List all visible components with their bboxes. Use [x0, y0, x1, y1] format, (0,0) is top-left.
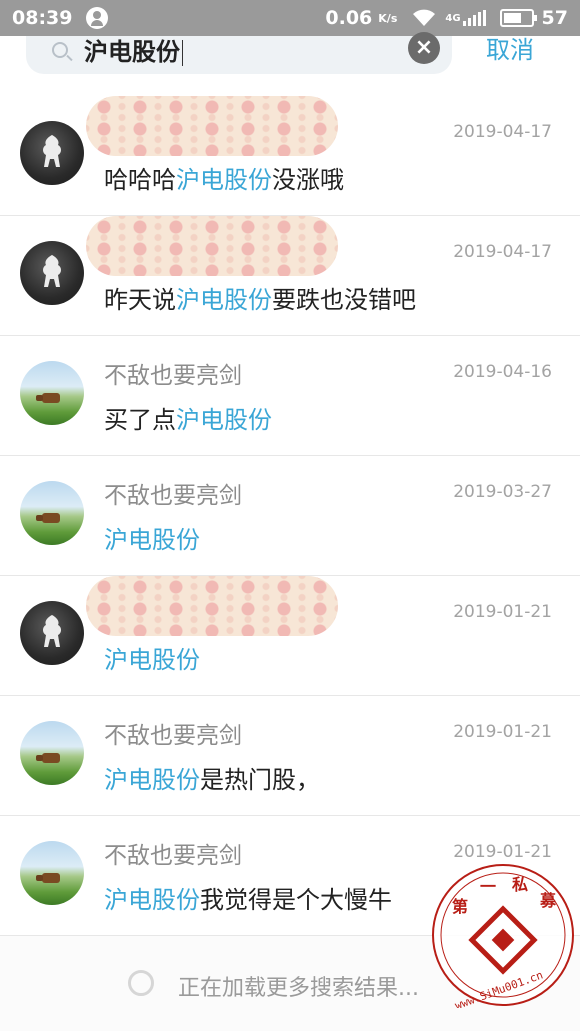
post-date: 2019-01-21 — [453, 842, 552, 862]
name-redacted — [86, 216, 338, 276]
avatar[interactable] — [20, 241, 84, 305]
close-icon[interactable]: × — [408, 32, 440, 64]
user-name[interactable]: 不敌也要亮剑 — [104, 836, 242, 870]
battery-icon — [499, 9, 537, 27]
search-query[interactable]: 沪电股份 — [84, 32, 183, 67]
post-message: 昨天说沪电股份要跌也没错吧 — [104, 286, 416, 314]
result-item[interactable]: 2019-04-17 昨天说沪电股份要跌也没错吧 — [0, 216, 580, 336]
highlight-keyword: 沪电股份 — [176, 406, 272, 434]
search-input[interactable]: 沪电股份 × — [26, 32, 452, 74]
cancel-button[interactable]: 取消 — [486, 30, 534, 65]
clock: 08:39 — [12, 7, 73, 29]
result-item[interactable]: 2019-01-21 沪电股份 — [0, 576, 580, 696]
result-item[interactable]: 不敌也要亮剑 2019-01-21 沪电股份是热门股， — [0, 696, 580, 816]
highlight-keyword: 沪电股份 — [104, 766, 200, 794]
post-message: 哈哈哈沪电股份没涨哦 — [104, 166, 344, 194]
post-message: 沪电股份 — [104, 640, 200, 675]
avatar[interactable] — [20, 481, 84, 545]
horse-icon — [43, 135, 61, 167]
highlight-keyword: 沪电股份 — [104, 646, 200, 674]
network-speed: 0.06 — [325, 7, 373, 29]
avatar[interactable] — [20, 721, 84, 785]
search-icon — [52, 42, 68, 58]
post-message: 沪电股份 — [104, 520, 200, 555]
result-item[interactable]: 不敌也要亮剑 2019-04-16 买了点沪电股份 — [0, 336, 580, 456]
spinner-icon — [128, 970, 154, 996]
loading-footer: 正在加载更多搜索结果... — [0, 936, 580, 1031]
search-results: 2019-04-17 哈哈哈沪电股份没涨哦 2019-04-17 昨天说沪电股份… — [0, 96, 580, 936]
search-header: 沪电股份 × 取消 — [0, 32, 580, 80]
highlight-keyword: 沪电股份 — [176, 286, 272, 314]
post-message: 沪电股份是热门股， — [104, 766, 320, 794]
user-name[interactable]: 不敌也要亮剑 — [104, 356, 242, 390]
post-date: 2019-01-21 — [453, 722, 552, 742]
avatar[interactable] — [20, 841, 84, 905]
post-date: 2019-01-21 — [453, 602, 552, 622]
battery-level: 57 — [541, 7, 568, 29]
text-caret — [182, 40, 183, 66]
user-name[interactable]: 不敌也要亮剑 — [104, 476, 242, 510]
loading-text: 正在加载更多搜索结果... — [178, 976, 419, 1001]
post-date: 2019-04-16 — [453, 362, 552, 382]
horse-icon — [43, 255, 61, 287]
name-redacted — [86, 576, 338, 636]
horse-icon — [43, 615, 61, 647]
wifi-icon — [413, 9, 436, 26]
avatar[interactable] — [20, 121, 84, 185]
avatar[interactable] — [20, 601, 84, 665]
post-message: 买了点沪电股份 — [104, 406, 272, 434]
post-message: 沪电股份我觉得是个大慢牛 — [104, 886, 392, 914]
post-date: 2019-04-17 — [453, 122, 552, 142]
network-type: 4G — [445, 12, 461, 24]
user-name[interactable]: 不敌也要亮剑 — [104, 716, 242, 750]
account-icon — [86, 7, 109, 29]
result-item[interactable]: 不敌也要亮剑 2019-03-27 沪电股份 — [0, 456, 580, 576]
post-date: 2019-03-27 — [453, 482, 552, 502]
name-redacted — [86, 96, 338, 156]
highlight-keyword: 沪电股份 — [104, 886, 200, 914]
post-date: 2019-04-17 — [453, 242, 552, 262]
highlight-keyword: 沪电股份 — [104, 526, 200, 554]
network-speed-unit: K/s — [378, 11, 398, 25]
highlight-keyword: 沪电股份 — [176, 166, 272, 194]
result-item[interactable]: 2019-04-17 哈哈哈沪电股份没涨哦 — [0, 96, 580, 216]
signal-icon — [462, 10, 486, 26]
result-item[interactable]: 不敌也要亮剑 2019-01-21 沪电股份我觉得是个大慢牛 — [0, 816, 580, 936]
avatar[interactable] — [20, 361, 84, 425]
